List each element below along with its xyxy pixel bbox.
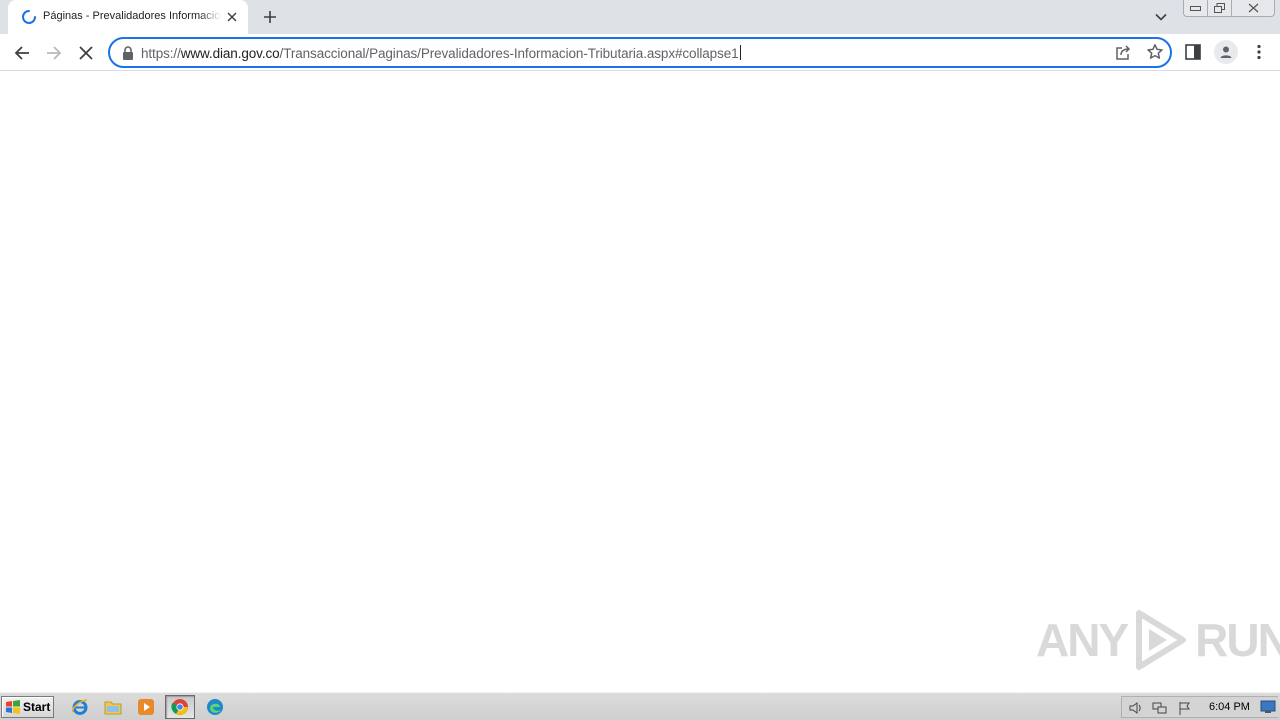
address-bar[interactable]: https://www.dian.gov.co/Transaccional/Pa… xyxy=(108,37,1172,68)
play-logo-icon xyxy=(1136,610,1187,670)
window-close-button[interactable] xyxy=(1232,0,1275,17)
side-panel-icon[interactable] xyxy=(1184,43,1202,61)
url-path: /Transaccional/Paginas/Prevalidadores-In… xyxy=(279,46,739,61)
browser-toolbar: https://www.dian.gov.co/Transaccional/Pa… xyxy=(0,34,1280,71)
stop-loading-icon xyxy=(79,46,93,60)
tab-close-button[interactable] xyxy=(224,9,240,25)
watermark-text-left: ANY xyxy=(1036,614,1129,666)
network-icon[interactable] xyxy=(1152,700,1168,716)
media-player-icon xyxy=(138,699,154,715)
plus-icon xyxy=(264,11,276,23)
taskbar-media-player[interactable] xyxy=(135,697,157,717)
text-caret xyxy=(739,45,741,60)
lock-icon[interactable] xyxy=(121,45,135,61)
back-button[interactable] xyxy=(9,40,35,66)
kebab-menu-icon xyxy=(1257,44,1261,60)
loading-spinner-icon xyxy=(22,10,36,24)
forward-arrow-icon xyxy=(47,46,62,60)
profile-button[interactable] xyxy=(1214,40,1238,64)
restore-button[interactable] xyxy=(1208,0,1232,17)
tab-strip: Páginas - Prevalidadores Informacion Tri… xyxy=(0,0,1280,34)
forward-button[interactable] xyxy=(41,40,67,66)
taskbar-file-explorer[interactable] xyxy=(102,697,124,717)
start-label: Start xyxy=(23,700,51,714)
star-icon[interactable] xyxy=(1146,43,1164,61)
stop-loading-button[interactable] xyxy=(73,40,99,66)
url-host: www.dian.gov.co xyxy=(180,46,280,61)
browser-menu-button[interactable] xyxy=(1250,43,1268,61)
profile-icon xyxy=(1220,46,1232,58)
tab-search-button[interactable] xyxy=(1151,7,1171,27)
start-button[interactable]: Start xyxy=(1,696,54,718)
taskbar-clock[interactable]: 6:04 PM xyxy=(1209,701,1250,713)
windows-taskbar: Start 6:04 PM xyxy=(0,692,1280,720)
windows-logo-icon xyxy=(6,700,20,714)
minimize-icon xyxy=(1190,6,1201,11)
chrome-icon xyxy=(171,699,188,715)
tab-title: Páginas - Prevalidadores Informacion Tri… xyxy=(43,10,221,22)
restore-icon xyxy=(1214,3,1225,13)
file-explorer-icon xyxy=(104,701,122,715)
taskbar-internet-explorer[interactable] xyxy=(69,697,91,717)
close-icon xyxy=(227,12,237,22)
anyrun-watermark: ANY RUN xyxy=(1036,605,1280,675)
show-desktop-icon[interactable] xyxy=(1260,700,1276,714)
minimize-button[interactable] xyxy=(1183,0,1208,17)
new-tab-button[interactable] xyxy=(258,6,282,28)
browser-tab[interactable]: Páginas - Prevalidadores Informacion Tri… xyxy=(8,0,248,34)
edge-icon xyxy=(207,699,223,715)
action-center-flag-icon[interactable] xyxy=(1177,700,1193,716)
taskbar-edge[interactable] xyxy=(204,697,226,717)
close-icon xyxy=(1248,3,1258,13)
back-arrow-icon xyxy=(14,46,29,60)
window-controls xyxy=(1183,0,1275,18)
share-icon[interactable] xyxy=(1114,44,1132,62)
volume-icon[interactable] xyxy=(1128,700,1144,716)
system-tray: 6:04 PM xyxy=(1121,696,1278,718)
page-viewport[interactable] xyxy=(0,72,1280,692)
watermark-text-right: RUN xyxy=(1195,614,1280,666)
chevron-down-icon xyxy=(1155,13,1167,21)
url-scheme: https:// xyxy=(141,46,181,61)
internet-explorer-icon xyxy=(72,699,88,715)
url-text[interactable]: https://www.dian.gov.co/Transaccional/Pa… xyxy=(141,45,741,61)
taskbar-chrome[interactable] xyxy=(165,695,195,719)
